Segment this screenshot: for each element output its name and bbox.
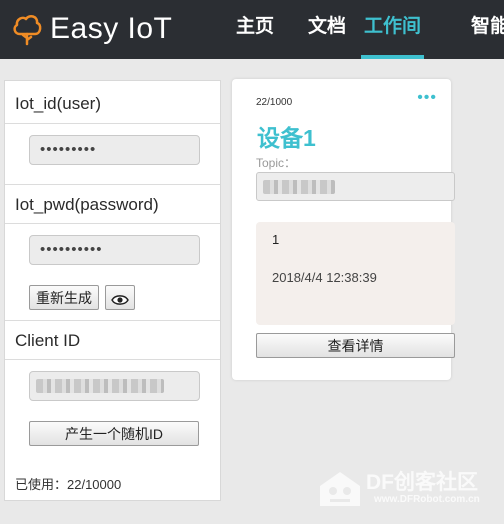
watermark-brand: DF创客社区	[366, 471, 478, 494]
nav-item-home[interactable]: 主页	[233, 0, 277, 59]
cloud-tree-icon	[13, 14, 42, 46]
iot-pwd-field[interactable]: ••••••••••	[29, 235, 200, 265]
more-dots-icon[interactable]: •••	[417, 89, 437, 107]
toggle-visibility-button[interactable]	[105, 285, 135, 310]
nav-item-docs[interactable]: 文档	[305, 0, 349, 59]
nav-item-workspace[interactable]: 工作间	[361, 0, 424, 59]
view-details-button[interactable]: 查看详情	[256, 333, 455, 358]
message-counter: 22/1000	[256, 97, 293, 108]
app-logo[interactable]: Easy IoT	[12, 10, 172, 48]
nav-item-smart[interactable]: 智能	[468, 0, 504, 59]
latest-message-panel: 1 2018/4/4 12:38:39	[256, 222, 455, 325]
usage-count: 已使用：22/10000	[15, 477, 122, 492]
generate-random-id-button[interactable]: 产生一个随机ID	[29, 421, 199, 446]
divider	[5, 320, 220, 321]
topic-field[interactable]	[256, 172, 455, 201]
dfrobot-logo-icon	[320, 472, 360, 506]
message-timestamp: 2018/4/4 12:38:39	[272, 270, 377, 285]
divider	[5, 223, 220, 224]
divider	[5, 123, 220, 124]
redacted-client-id	[36, 379, 164, 393]
topic-label: Topic：	[256, 156, 297, 170]
divider	[5, 184, 220, 185]
top-navbar: Easy IoT 主页 文档 工作间 智能	[0, 0, 504, 59]
iot-id-field[interactable]: •••••••••	[29, 135, 200, 165]
client-id-field[interactable]	[29, 371, 200, 401]
regenerate-button[interactable]: 重新生成	[29, 285, 99, 310]
divider	[5, 359, 220, 360]
app-title: Easy IoT	[50, 12, 173, 45]
device-name: 设备1	[257, 125, 316, 151]
credentials-panel: Iot_id(user) ••••••••• Iot_pwd(password)…	[4, 80, 221, 501]
redacted-topic	[263, 180, 335, 194]
message-value: 1	[272, 232, 280, 247]
client-id-label: Client ID	[15, 331, 81, 350]
eye-icon	[111, 295, 129, 305]
watermark-url: www.DFRobot.com.cn	[374, 494, 480, 505]
device-card: 22/1000 ••• 设备1 Topic： 1 2018/4/4 12:38:…	[232, 79, 455, 380]
iot-id-label: Iot_id(user)	[15, 94, 101, 113]
watermark: DF创客社区 www.DFRobot.com.cn	[316, 462, 504, 524]
iot-pwd-label: Iot_pwd(password)	[15, 195, 159, 214]
